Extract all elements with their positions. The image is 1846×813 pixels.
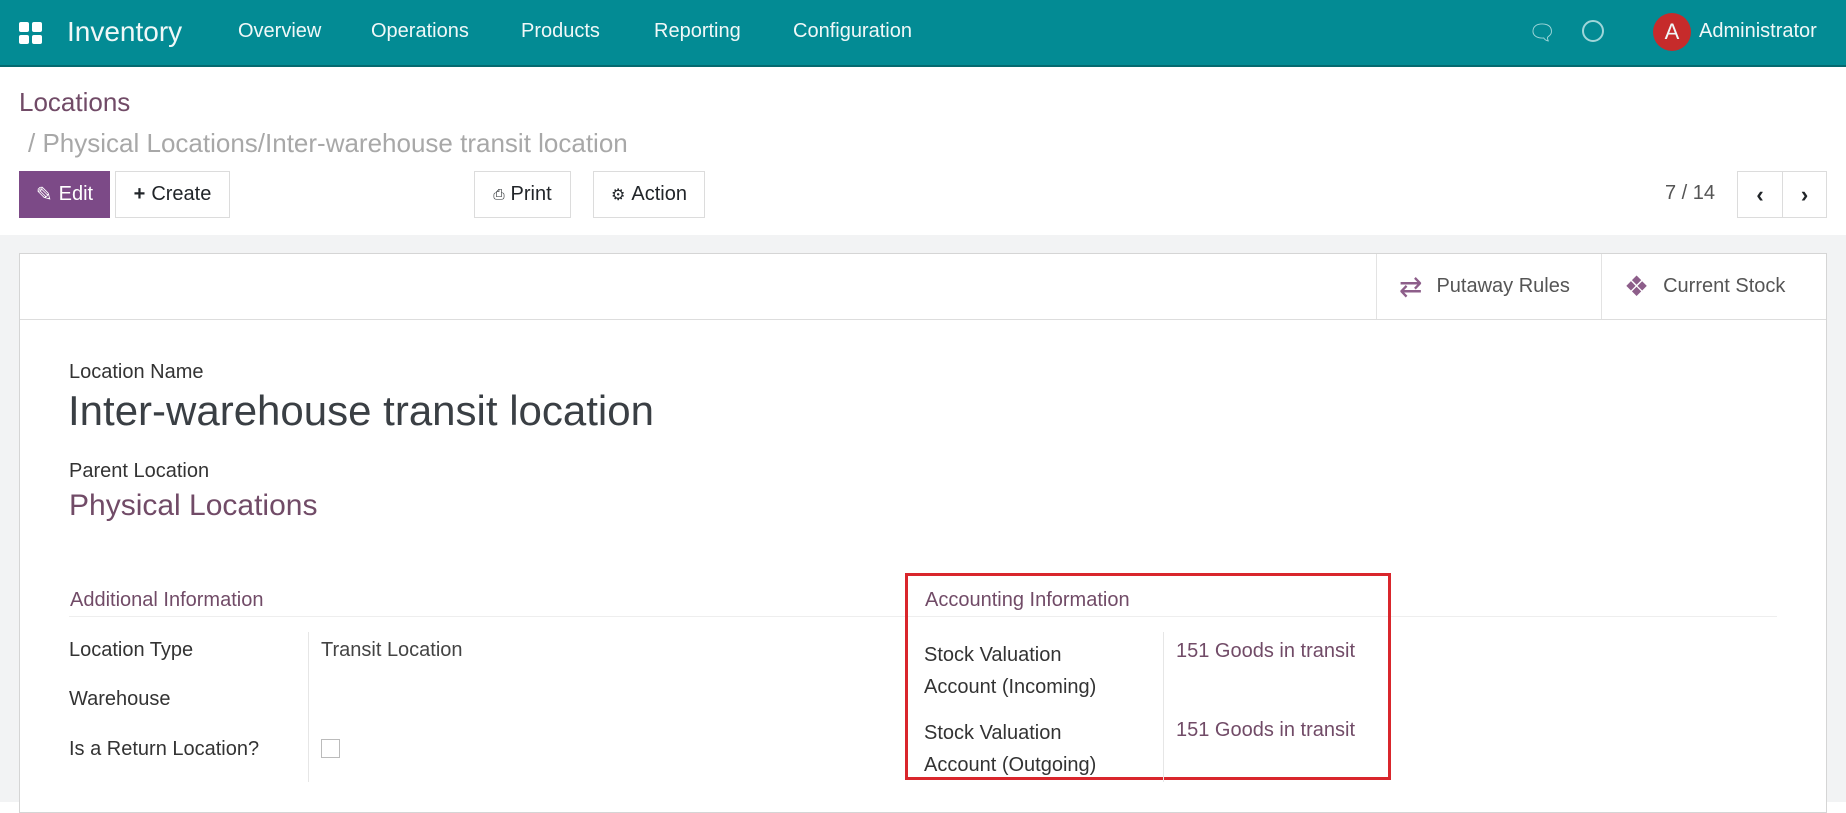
additional-info-title: Additional Information [70,589,264,611]
shuffle-icon: ⇄ [1399,271,1423,302]
app-name[interactable]: Inventory [67,16,182,48]
cubes-icon: ❖ [1624,271,1650,302]
form-sheet: ⇄ Putaway Rules ❖ Current Stock Location… [19,253,1827,813]
pager-value[interactable]: 7 / 14 [1665,182,1715,205]
action-label: Action [631,183,687,205]
incoming-label-line2: Account (Incoming) [924,676,1097,698]
incoming-account-link[interactable]: 151 Goods in transit [1176,640,1355,663]
incoming-account-label: Stock Valuation Account (Incoming) [924,639,1096,703]
next-record-button[interactable]: › [1782,171,1827,218]
breadcrumb-locations[interactable]: Locations [19,87,130,118]
menu-products[interactable]: Products [521,20,600,43]
putaway-rules-button[interactable]: ⇄ Putaway Rules [1376,254,1601,319]
user-menu[interactable]: Administrator [1699,20,1817,43]
return-location-label: Is a Return Location? [69,738,260,760]
edit-button[interactable]: ✎ Edit [19,171,110,218]
menu-reporting[interactable]: Reporting [654,20,741,43]
print-button[interactable]: ⎙ Print [474,171,571,218]
menu-configuration[interactable]: Configuration [793,20,912,43]
outgoing-label-line2: Account (Outgoing) [924,754,1097,776]
top-navbar: Inventory Overview Operations Products R… [0,0,1846,67]
plus-icon: + [133,183,146,205]
apps-menu-icon[interactable] [19,22,43,44]
activity-clock-icon[interactable] [1582,20,1604,42]
putaway-label: Putaway Rules [1436,275,1570,297]
outgoing-account-link[interactable]: 151 Goods in transit [1176,719,1355,742]
location-type-label: Location Type [69,639,194,661]
incoming-label-line1: Stock Valuation [924,644,1062,666]
parent-location-label: Parent Location [69,460,210,482]
location-type-value[interactable]: Transit Location [321,639,463,662]
current-stock-label: Current Stock [1663,275,1786,297]
print-label: Print [510,183,552,205]
location-name-label: Location Name [69,361,204,383]
accounting-info-title: Accounting Information [925,589,1130,611]
current-stock-button[interactable]: ❖ Current Stock [1601,254,1828,319]
pencil-icon: ✎ [35,184,53,206]
menu-overview[interactable]: Overview [238,20,321,43]
action-button[interactable]: ⚙ Action [593,171,705,218]
previous-record-button[interactable]: ‹ [1737,171,1783,218]
chevron-left-icon: ‹ [1756,181,1764,207]
printer-icon: ⎙ [493,186,505,202]
create-button[interactable]: + Create [115,171,230,218]
location-name: Inter-warehouse transit location [68,387,654,434]
create-label: Create [151,183,212,205]
button-box-divider [20,319,1826,320]
column-separator [1163,632,1164,782]
warehouse-label: Warehouse [69,688,171,710]
breadcrumb-current: / Physical Locations/Inter-warehouse tra… [28,128,628,158]
gear-icon: ⚙ [611,186,626,204]
chevron-right-icon: › [1800,181,1809,207]
edit-label: Edit [58,183,94,205]
outgoing-label-line1: Stock Valuation [924,722,1062,744]
parent-location-link[interactable]: Physical Locations [69,489,317,523]
column-separator [308,632,309,782]
chat-icon[interactable]: 🗨 [1528,20,1556,46]
outgoing-account-label: Stock Valuation Account (Outgoing) [924,717,1096,781]
menu-operations[interactable]: Operations [371,20,469,43]
return-location-checkbox[interactable] [321,739,340,758]
avatar[interactable]: A [1653,13,1691,51]
